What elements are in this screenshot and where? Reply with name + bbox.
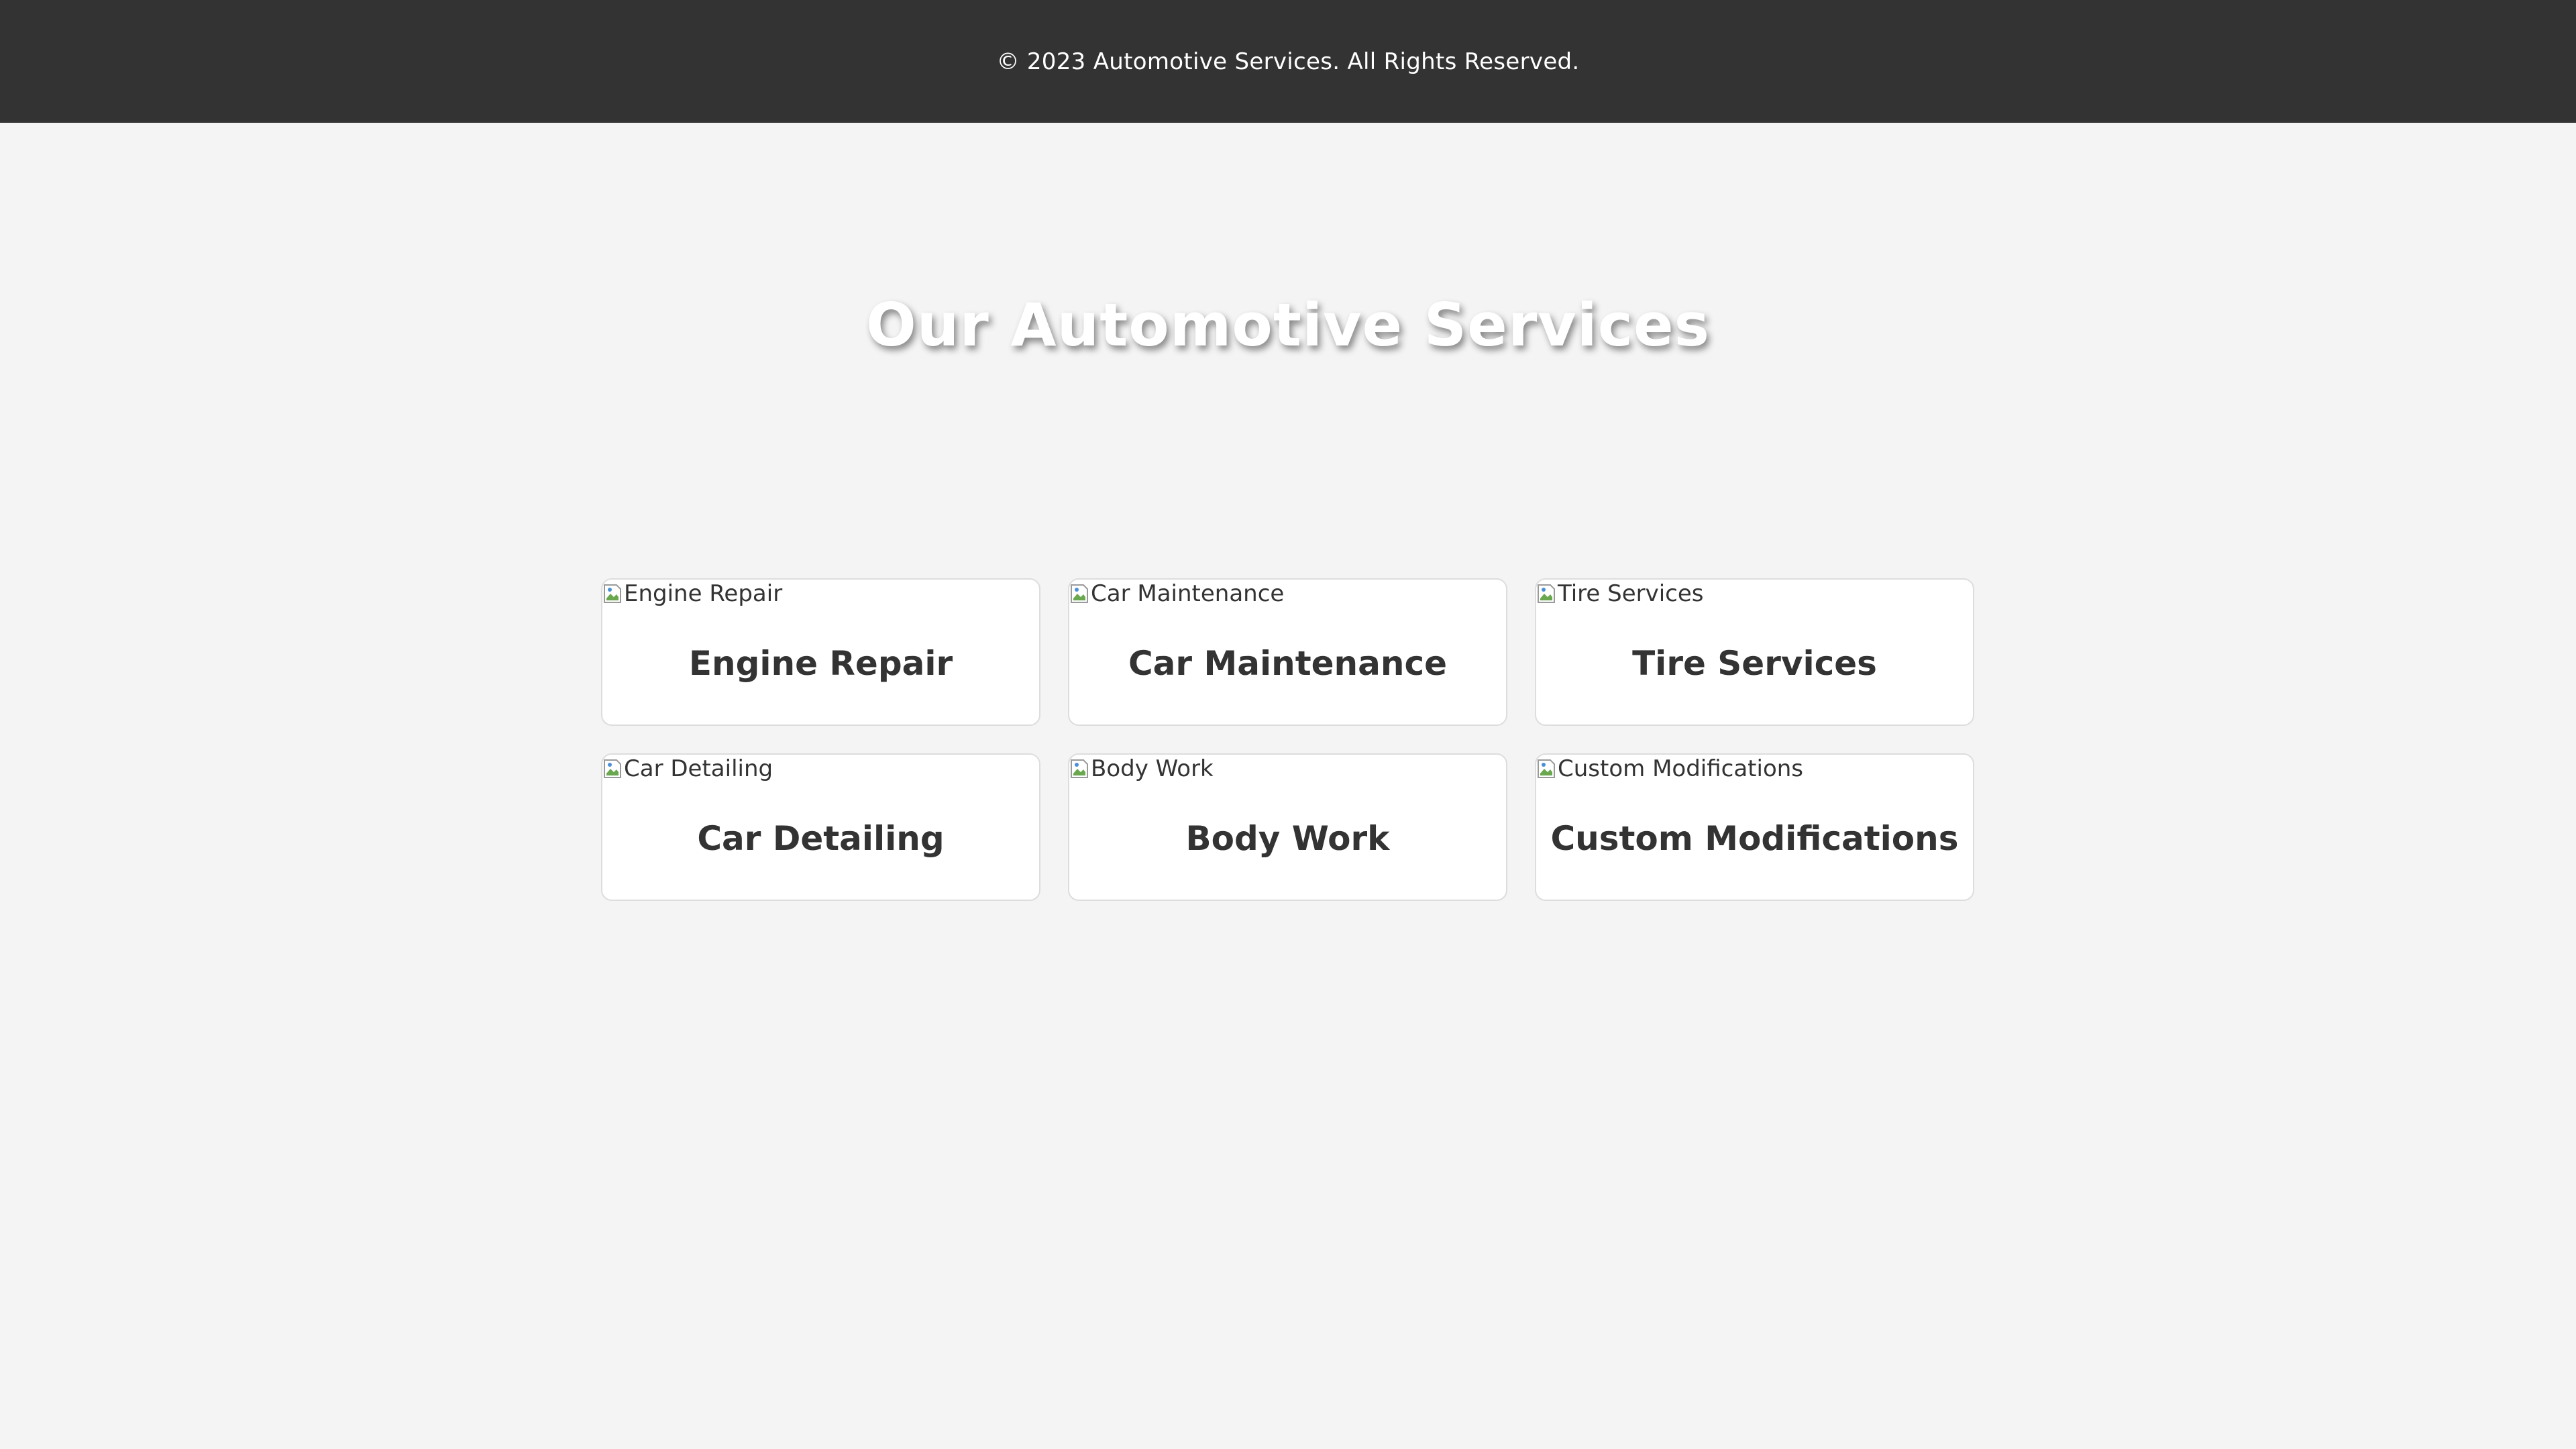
service-card-tire-services[interactable]: Tire Services Tire Services xyxy=(1535,578,1974,726)
service-image-alt: Body Work xyxy=(1091,755,1214,782)
services-grid: Engine Repair Engine Repair Car Maintena… xyxy=(601,578,1975,901)
service-card-body-work[interactable]: Body Work Body Work xyxy=(1068,753,1507,901)
service-image-alt: Custom Modifications xyxy=(1558,755,1804,782)
service-image-alt: Engine Repair xyxy=(624,580,783,607)
service-image-alt: Car Detailing xyxy=(624,755,773,782)
broken-image-icon xyxy=(602,582,623,605)
service-card-car-maintenance[interactable]: Car Maintenance Car Maintenance xyxy=(1068,578,1507,726)
service-title: Tire Services xyxy=(1632,644,1877,683)
broken-image-icon xyxy=(1536,757,1556,780)
service-card-engine-repair[interactable]: Engine Repair Engine Repair xyxy=(601,578,1040,726)
service-image: Engine Repair xyxy=(602,580,782,608)
service-image: Body Work xyxy=(1069,755,1214,783)
service-title: Custom Modifications xyxy=(1550,819,1959,858)
service-image: Tire Services xyxy=(1536,580,1704,608)
site-footer: © 2023 Automotive Services. All Rights R… xyxy=(0,0,2576,123)
service-image: Custom Modifications xyxy=(1536,755,1803,783)
service-title: Car Maintenance xyxy=(1128,644,1448,683)
service-card-custom-modifications[interactable]: Custom Modifications Custom Modification… xyxy=(1535,753,1974,901)
service-title: Body Work xyxy=(1185,819,1390,858)
broken-image-icon xyxy=(1069,757,1089,780)
service-image: Car Maintenance xyxy=(1069,580,1284,608)
broken-image-icon xyxy=(602,757,623,780)
broken-image-icon xyxy=(1536,582,1556,605)
page-title: Our Automotive Services xyxy=(865,290,1711,360)
service-title: Car Detailing xyxy=(697,819,945,858)
service-card-car-detailing[interactable]: Car Detailing Car Detailing xyxy=(601,753,1040,901)
copyright-text: © 2023 Automotive Services. All Rights R… xyxy=(996,48,1580,75)
service-image-alt: Tire Services xyxy=(1558,580,1704,607)
broken-image-icon xyxy=(1069,582,1089,605)
service-image: Car Detailing xyxy=(602,755,773,783)
service-image-alt: Car Maintenance xyxy=(1091,580,1285,607)
service-title: Engine Repair xyxy=(688,644,953,683)
